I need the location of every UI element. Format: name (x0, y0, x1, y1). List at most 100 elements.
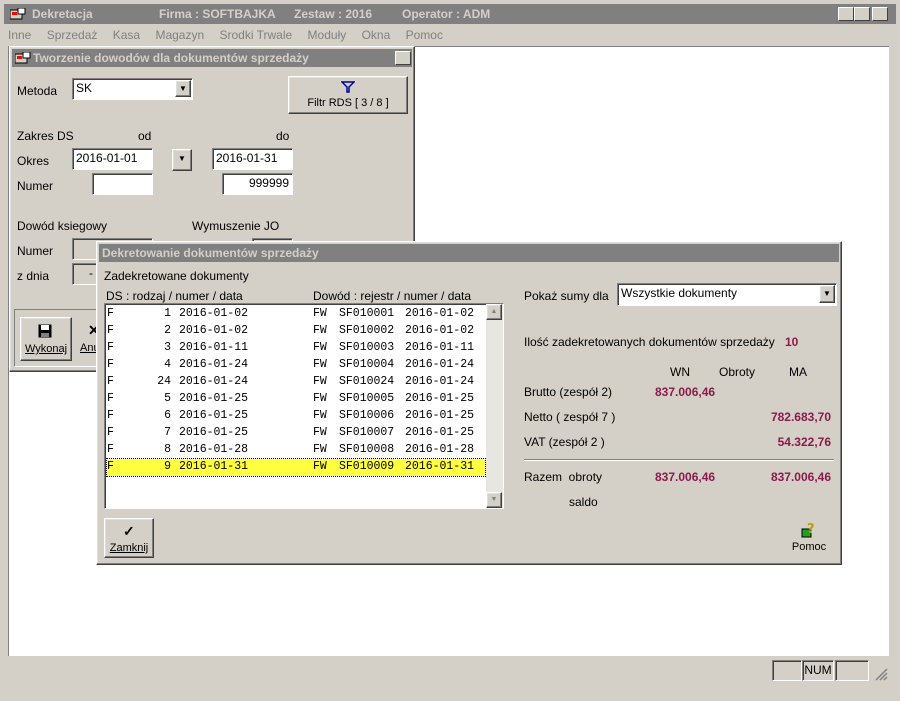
cell-data: 2016-01-24 (179, 358, 249, 371)
cell-ddata: 2016-01-11 (405, 341, 475, 354)
vat-label: VAT (zespół 2 ) (524, 435, 605, 449)
help-icon: ? (801, 522, 817, 541)
app-icon (9, 7, 26, 20)
brutto-wn-value: 837.006,46 (655, 385, 716, 399)
okres-dropdown-button[interactable]: ▼ (172, 149, 192, 171)
menu-okna[interactable]: Okna (362, 28, 391, 42)
okres-do-value: 2016-01-31 (216, 151, 278, 165)
main-titlebar: Dekretacja Firma : SOFTBAJKA Zestaw : 20… (4, 4, 896, 24)
cell-numer: 7 (164, 426, 171, 439)
okres-label: Okres (17, 154, 50, 168)
chevron-down-icon[interactable]: ▼ (175, 80, 191, 97)
table-row[interactable]: F 5 2016-01-25 FW SF010005 2016-01-25 (107, 391, 485, 408)
table-row[interactable]: F 24 2016-01-24 FW SF010024 2016-01-24 (107, 374, 485, 391)
documents-list[interactable]: F 1 2016-01-02 FW SF010001 2016-01-02 F 2 2016-0… (104, 303, 504, 509)
table-row[interactable]: F 9 2016-01-31 FW SF010009 2016-01-31 (106, 458, 486, 477)
filter-icon (340, 81, 356, 96)
numer-do-field[interactable]: 999999 (222, 173, 293, 195)
cell-numer: 1 (164, 307, 171, 320)
menu-kasa[interactable]: Kasa (113, 28, 140, 42)
cell-ddata: 2016-01-25 (405, 392, 475, 405)
close-button[interactable]: ✕ (872, 7, 888, 21)
cell-rejestr: FW (313, 324, 327, 337)
cell-rodzaj: F (107, 460, 114, 473)
cell-rodzaj: F (107, 324, 114, 337)
minimize-button[interactable]: _ (838, 7, 854, 21)
table-row[interactable]: F 1 2016-01-02 FW SF010001 2016-01-02 (107, 306, 485, 323)
cell-rodzaj: F (107, 392, 114, 405)
razem-wn-value: 837.006,46 (655, 470, 716, 484)
cell-dnumer: SF010005 (339, 392, 395, 405)
table-row[interactable]: F 7 2016-01-25 FW SF010007 2016-01-25 (107, 425, 485, 442)
dekretowanie-titlebar: Dekretowanie dokumentów sprzedaży (99, 244, 839, 262)
chevron-down-icon: ▼ (178, 154, 186, 163)
okres-do-field[interactable]: 2016-01-31 (212, 148, 293, 170)
menu-sprzedaz[interactable]: Sprzedaż (47, 28, 98, 42)
numer-dowod-label: Numer (17, 244, 54, 258)
menu-magazyn[interactable]: Magazyn (155, 28, 204, 42)
anuluj-button[interactable]: ✕ Anu (76, 317, 98, 361)
col-ds-header: DS : rodzaj / numer / data (106, 289, 243, 303)
cell-numer: 9 (164, 460, 171, 473)
cell-rodzaj: F (107, 341, 114, 354)
okres-od-field[interactable]: 2016-01-01 (72, 148, 153, 170)
table-row[interactable]: F 8 2016-01-28 FW SF010008 2016-01-28 (107, 442, 485, 459)
cell-dnumer: SF010009 (339, 460, 395, 473)
scroll-up-button[interactable]: ▲ (486, 304, 502, 320)
od-label: od (138, 129, 152, 143)
cell-rodzaj: F (107, 443, 114, 456)
cell-ddata: 2016-01-25 (405, 426, 475, 439)
tworzenie-close-button[interactable]: ✕ (395, 51, 411, 65)
filter-rds-label: Filtr RDS [ 3 / 8 ] (307, 97, 389, 109)
cell-rejestr: FW (313, 409, 327, 422)
app-title: Dekretacja (32, 7, 93, 21)
z-dnia-label: z dnia (17, 269, 50, 283)
cell-ddata: 2016-01-24 (405, 375, 475, 388)
menu-bar: Inne Sprzedaż Kasa Magazyn Srodki Trwale… (8, 28, 455, 46)
menu-srodki-trwale[interactable]: Srodki Trwale (220, 28, 293, 42)
table-row[interactable]: F 6 2016-01-25 FW SF010006 2016-01-25 (107, 408, 485, 425)
pomoc-button[interactable]: ? Pomoc (787, 522, 831, 558)
ma-header: MA (789, 365, 807, 379)
menu-inne[interactable]: Inne (8, 28, 31, 42)
table-row[interactable]: F 4 2016-01-24 FW SF010004 2016-01-24 (107, 357, 485, 374)
cell-rejestr: FW (313, 307, 327, 320)
resize-grip-icon[interactable] (874, 667, 888, 684)
num-indicator: NUM (804, 663, 832, 677)
cell-dnumer: SF010001 (339, 307, 395, 320)
metoda-select[interactable]: SK ▼ (72, 78, 193, 100)
menu-pomoc[interactable]: Pomoc (406, 28, 443, 42)
menu-moduly[interactable]: Moduły (308, 28, 347, 42)
cell-rodzaj: F (107, 409, 114, 422)
dowod-ksiegowy-label: Dowód ksiegowy (17, 219, 108, 233)
zestaw-label: Zestaw : 2016 (294, 7, 373, 21)
cell-dnumer: SF010008 (339, 443, 395, 456)
cell-data: 2016-01-11 (179, 341, 249, 354)
pokaz-sumy-select[interactable]: Wszystkie dokumenty ▼ (617, 283, 837, 306)
z-dnia-value: - (89, 266, 93, 280)
cell-data: 2016-01-25 (179, 426, 249, 439)
table-row[interactable]: F 2 2016-01-02 FW SF010002 2016-01-02 (107, 323, 485, 340)
chevron-down-icon[interactable]: ▼ (819, 285, 835, 303)
numer-label: Numer (17, 179, 54, 193)
cell-rodzaj: F (107, 307, 114, 320)
maximize-button[interactable]: □ (854, 7, 870, 21)
cell-rejestr: FW (313, 341, 327, 354)
list-scrollbar[interactable]: ▲ ▼ (486, 304, 503, 508)
svg-text:?: ? (807, 522, 815, 537)
wykonaj-button[interactable]: Wykonaj (20, 317, 72, 361)
zadekretowane-label: Zadekretowane dokumenty (104, 269, 249, 283)
ilosc-label: Ilość zadekretowanych dokumentów sprzeda… (524, 335, 775, 349)
operator-label: Operator : ADM (402, 7, 491, 21)
filter-rds-button[interactable]: Filtr RDS [ 3 / 8 ] (288, 76, 408, 114)
scroll-down-button[interactable]: ▼ (486, 492, 502, 508)
razem-ma-value: 837.006,46 (770, 470, 831, 484)
ilosc-value: 10 (785, 335, 799, 349)
cell-ddata: 2016-01-25 (405, 409, 475, 422)
cell-dnumer: SF010006 (339, 409, 395, 422)
cell-ddata: 2016-01-02 (405, 307, 475, 320)
numer-od-field[interactable] (92, 173, 153, 195)
table-row[interactable]: F 3 2016-01-11 FW SF010003 2016-01-11 (107, 340, 485, 357)
zamknij-button[interactable]: ✓ Zamknij (104, 518, 154, 558)
wn-header: WN (670, 365, 690, 379)
